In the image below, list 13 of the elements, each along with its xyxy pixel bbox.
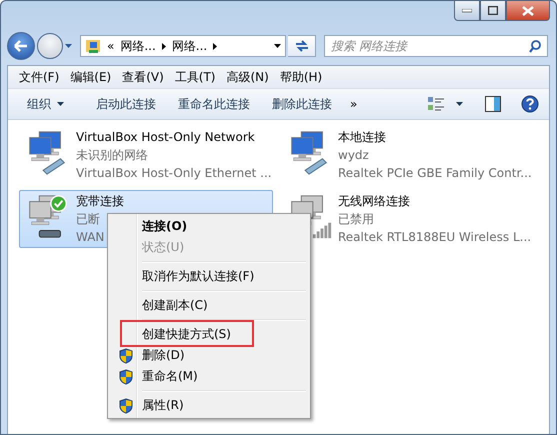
device-name: VirtualBox Host-Only Ethernet ...: [76, 164, 272, 182]
device-name: Realtek PCIe GBE Family Contr...: [338, 164, 532, 182]
connection-name: 宽带连接: [76, 192, 124, 210]
connection-name: 无线网络连接: [338, 192, 411, 210]
connection-name: 本地连接: [338, 128, 387, 146]
connection-status: wydz: [338, 146, 370, 164]
connection-status: 未识别的网络: [76, 146, 149, 164]
device-name: WAN: [76, 228, 106, 246]
device-name: Realtek RTL8188EU Wireless L...: [338, 228, 532, 246]
address-overflow: «: [107, 39, 114, 53]
connection-name: VirtualBox Host-Only Network: [76, 128, 256, 146]
connection-status: 已禁用: [338, 210, 375, 228]
connection-status: 已断: [76, 210, 101, 228]
